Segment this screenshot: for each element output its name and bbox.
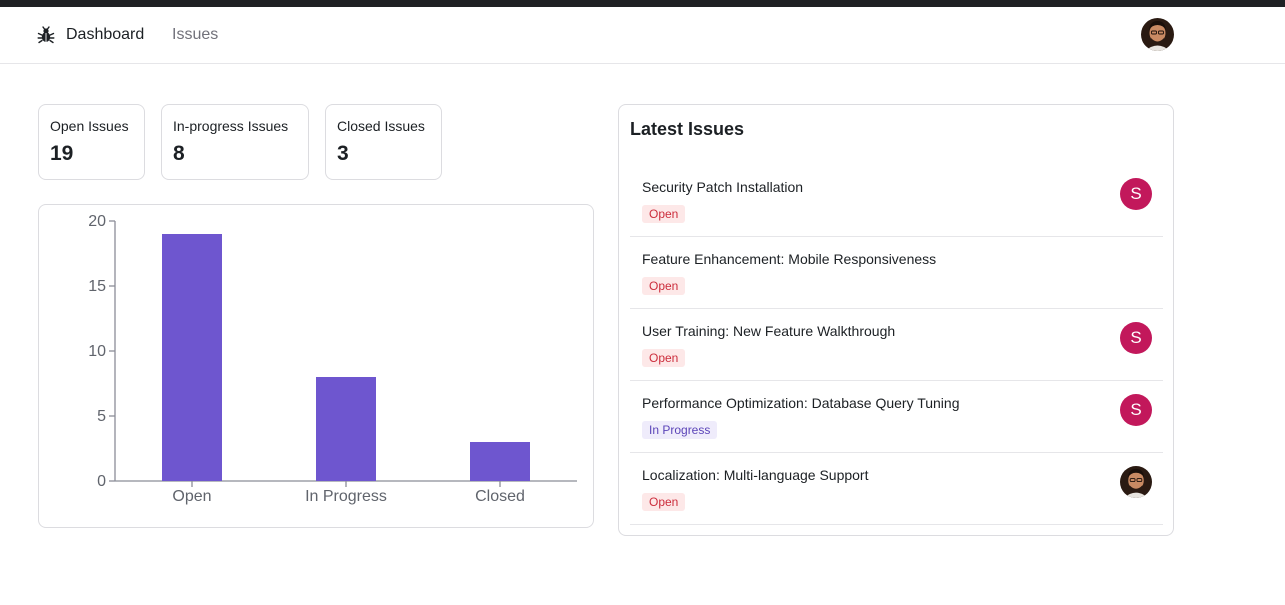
issue-title-link[interactable]: Security Patch Installation — [642, 179, 803, 195]
issue-title-link[interactable]: User Training: New Feature Walkthrough — [642, 323, 895, 339]
stat-value: 8 — [173, 142, 185, 165]
bug-icon[interactable] — [37, 26, 55, 44]
issues-bar-chart: 0 5 10 15 20 Open In Progress Closed — [88, 213, 577, 505]
closed-issues-card[interactable]: Closed Issues 3 — [325, 104, 442, 180]
status-badge: Open — [642, 205, 686, 223]
status-badge: Open — [642, 277, 686, 295]
bar-closed — [470, 442, 530, 481]
y-tick-label: 15 — [88, 278, 106, 295]
status-badge: In Progress — [642, 421, 718, 439]
in-progress-issues-card[interactable]: In-progress Issues 8 — [161, 104, 309, 180]
open-issues-card[interactable]: Open Issues 19 — [38, 104, 145, 180]
window-top-strip — [0, 0, 1285, 7]
latest-issues-title: Latest Issues — [630, 119, 745, 139]
bar-in-progress — [316, 377, 376, 481]
bar-open — [162, 234, 222, 481]
latest-issues-list: Security Patch Installation Open S Feature … — [630, 165, 1163, 525]
issue-row: User Training: New Feature Walkthrough Op… — [630, 309, 1163, 381]
navbar: Dashboard Issues — [0, 7, 1285, 64]
y-tick-label: 10 — [88, 343, 106, 360]
y-tick-label: 0 — [97, 473, 106, 490]
issue-row: Performance Optimization: Database Query… — [630, 381, 1163, 453]
issue-title-link[interactable]: Feature Enhancement: Mobile Responsivene… — [642, 251, 936, 267]
x-tick-label: In Progress — [305, 488, 387, 505]
y-tick-label: 5 — [97, 408, 106, 425]
x-tick-label: Closed — [475, 488, 525, 505]
assignee-avatar: S — [1120, 178, 1152, 210]
issue-row: Security Patch Installation Open S — [630, 165, 1163, 237]
assignee-avatar — [1120, 466, 1152, 498]
issues-bar-chart-card: 0 5 10 15 20 Open In Progress Closed — [38, 204, 594, 528]
stat-value: 19 — [50, 142, 74, 165]
nav-link-dashboard[interactable]: Dashboard — [66, 26, 144, 44]
nav-link-issues[interactable]: Issues — [172, 26, 218, 44]
y-tick-label: 20 — [88, 213, 106, 230]
stat-value: 3 — [337, 142, 349, 165]
stat-label: Closed Issues — [337, 118, 425, 134]
x-tick-label: Open — [172, 488, 211, 505]
assignee-avatar: S — [1120, 394, 1152, 426]
assignee-avatar: S — [1120, 322, 1152, 354]
latest-issues-panel: Latest Issues Security Patch Installatio… — [618, 104, 1174, 536]
issue-row: Localization: Multi-language Support Open — [630, 453, 1163, 525]
status-badge: Open — [642, 493, 686, 511]
issue-title-link[interactable]: Localization: Multi-language Support — [642, 467, 868, 483]
issue-row: Feature Enhancement: Mobile Responsivene… — [630, 237, 1163, 309]
stat-label: In-progress Issues — [173, 118, 289, 134]
issue-title-link[interactable]: Performance Optimization: Database Query… — [642, 395, 960, 411]
stat-label: Open Issues — [50, 118, 129, 134]
status-badge: Open — [642, 349, 686, 367]
user-avatar[interactable] — [1141, 18, 1174, 51]
